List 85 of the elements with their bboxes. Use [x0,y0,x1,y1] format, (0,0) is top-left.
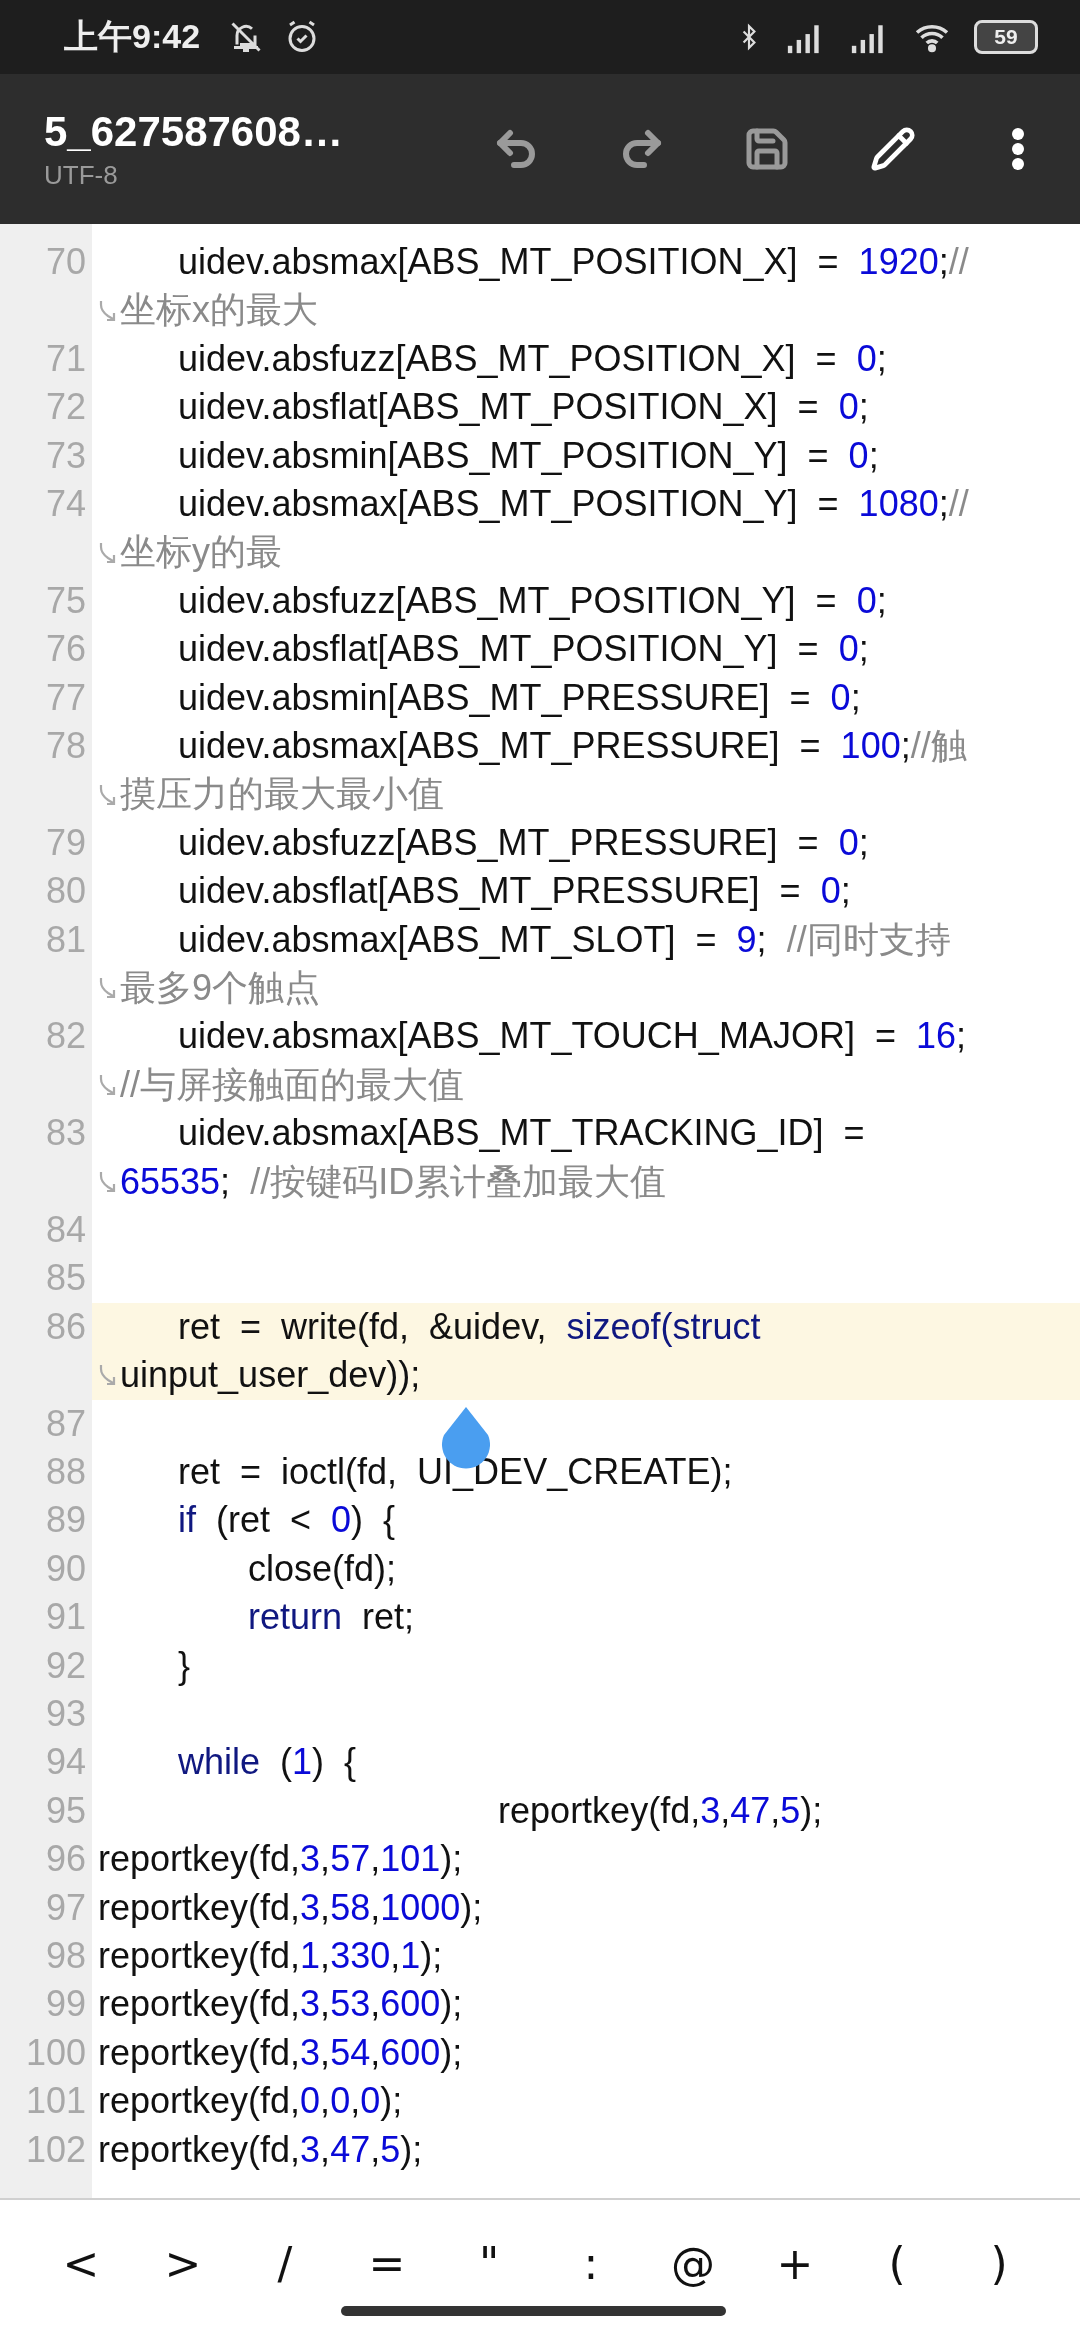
code-line: } [177,1643,191,1688]
status-time: 上午9:42 [64,16,201,57]
code-line: return ret; [247,1595,415,1640]
symbol-key[interactable]: < [46,2228,116,2298]
code-line: uidev.absfuzz[ABS_MT_PRESSURE] = 0; [177,820,869,865]
symbol-key[interactable]: / [250,2228,320,2298]
line-number: 72 [44,385,87,430]
pencil-icon [869,126,916,172]
code-line: uidev.absmax[ABS_MT_POSITION_Y] = 1080;// [177,482,969,526]
line-number: 70 [44,240,87,284]
code-line: uinput_user_dev)); [120,1353,421,1398]
symbol-key[interactable]: @ [658,2228,728,2298]
line-number: 92 [44,1643,87,1688]
line-number: 75 [44,578,87,623]
code-line: uidev.absmax[ABS_MT_POSITION_X] = 1920;// [177,240,969,284]
line-number: 71 [44,336,87,381]
line-number: 96 [44,1837,87,1882]
code-line: reportkey(fd,3,47,5); [98,2127,423,2172]
line-number: 78 [44,724,87,768]
symbol-key[interactable]: = [352,2228,422,2298]
code-line: if (ret < 0) { [177,1498,396,1543]
symbol-key[interactable]: > [148,2228,218,2298]
line-number: 101 [24,2079,87,2124]
line-number: 85 [44,1256,87,1301]
code-line: reportkey(fd,3,47,5); [497,1788,823,1833]
code-line: reportkey(fd,3,53,600); [98,1982,463,2027]
file-title: 5_627587608… [44,107,344,156]
line-number: 98 [44,1934,87,1978]
code-line: uidev.absflat[ABS_MT_POSITION_X] = 0; [177,385,869,430]
more-icon [1011,127,1025,171]
line-number: 93 [44,1691,87,1736]
symbol-key[interactable]: ) [964,2228,1034,2298]
line-number: 82 [44,1014,87,1059]
code-line: ret = write(fd, &uidev, sizeof(struct [177,1304,761,1349]
line-number: 81 [44,917,87,962]
line-number: 90 [44,1546,87,1591]
code-line: 坐标y的最 [120,530,282,575]
code-line: reportkey(fd,3,57,101); [98,1837,463,1882]
code-line: 65535; //按键码ID累计叠加最大值 [120,1159,667,1204]
code-line: reportkey(fd,0,0,0); [98,2079,403,2124]
line-number: 79 [44,820,87,865]
line-number: 86 [44,1304,87,1349]
line-number: 94 [44,1740,87,1785]
code-line: uidev.absmax[ABS_MT_TRACKING_ID] = [177,1111,865,1156]
line-number: 80 [44,869,87,914]
code-line: 坐标x的最大 [120,288,318,333]
line-number: 102 [24,2127,87,2172]
symbol-key[interactable]: ( [862,2228,932,2298]
line-number: 83 [44,1111,87,1156]
line-number: 95 [44,1788,87,1833]
code-line: reportkey(fd,3,54,600); [98,2030,463,2075]
code-line: uidev.absmin[ABS_MT_PRESSURE] = 0; [177,675,861,720]
symbol-key[interactable]: + [760,2228,830,2298]
code-line: ret = ioctl(fd, UI_DEV_CREATE); [177,1449,733,1494]
line-number: 99 [44,1982,87,2027]
code-line: uidev.absfuzz[ABS_MT_POSITION_Y] = 0; [177,578,887,623]
code-line: uidev.absmax[ABS_MT_TOUCH_MAJOR] = 16; [177,1014,966,1059]
code-line: close(fd); [247,1546,397,1591]
line-number: 89 [44,1498,87,1543]
line-number: 77 [44,675,87,720]
line-number: 74 [44,482,87,526]
code-line: uidev.absmax[ABS_MT_SLOT] = 9; //同时支持 [177,917,951,962]
symbol-key[interactable]: " [454,2228,524,2298]
code-line: 最多9个触点 [120,966,321,1010]
code-line: reportkey(fd,1,330,1); [98,1934,443,1978]
code-line: uidev.absflat[ABS_MT_PRESSURE] = 0; [177,869,851,914]
line-number: 84 [44,1207,87,1252]
code-line: uidev.absmin[ABS_MT_POSITION_Y] = 0; [177,433,879,478]
line-number: 87 [44,1401,87,1446]
line-number: 97 [44,1885,87,1930]
line-number: 76 [44,627,87,672]
code-line: while (1) { [177,1740,357,1785]
line-number: 73 [44,433,87,478]
line-number: 100 [24,2030,87,2075]
encoding-label: UTF-8 [44,159,119,191]
code-line: uidev.absfuzz[ABS_MT_POSITION_X] = 0; [177,336,887,381]
code-line: uidev.absflat[ABS_MT_POSITION_Y] = 0; [177,627,869,672]
symbol-key[interactable]: : [556,2228,626,2298]
code-line: 摸压力的最大最小值 [120,772,444,817]
code-line: reportkey(fd,3,58,1000); [98,1885,483,1930]
code-line: //与屏接触面的最大值 [120,1062,464,1107]
line-number: 91 [44,1595,87,1640]
code-line: uidev.absmax[ABS_MT_PRESSURE] = 100;//触 [177,724,967,768]
line-number: 88 [44,1449,87,1494]
battery-level: 59 [974,20,1038,54]
